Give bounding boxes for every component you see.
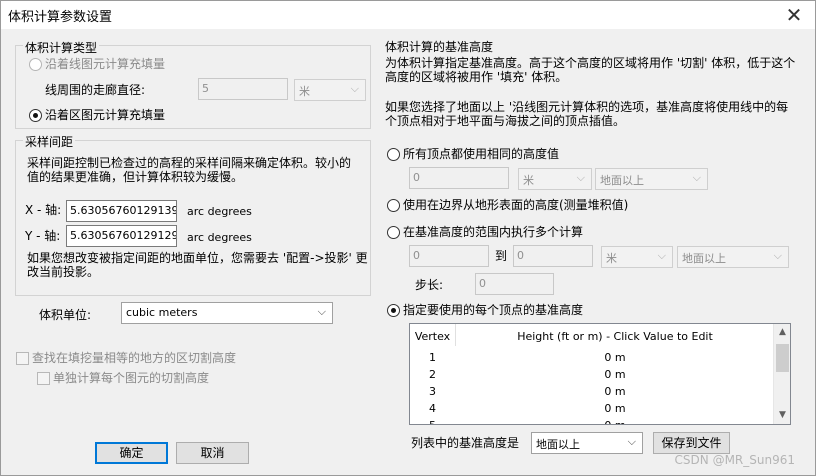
equal-cut-label: 查找在填挖量相等的地方的区切割高度 <box>32 351 237 365</box>
height-cell[interactable]: 0 m <box>456 368 774 381</box>
vertex-cell: 5 <box>410 419 455 424</box>
corridor-unit-select[interactable]: 米 ⌵ <box>294 79 366 101</box>
chevron-down-icon: ⌵ <box>692 171 701 184</box>
same-height-unit-value: 米 <box>523 174 534 187</box>
watermark: CSDN @MR_Sun961 <box>674 453 795 467</box>
volume-settings-dialog: 体积计算参数设置 ✕ 体积计算类型 沿着线图元计算充填量 线周围的走廊直径: 5… <box>0 0 816 476</box>
corridor-unit-value: 米 <box>299 85 310 98</box>
scrollbar-thumb[interactable] <box>776 344 789 372</box>
range-from-input[interactable]: 0 <box>409 245 489 267</box>
list-base-value: 地面以上 <box>536 438 580 451</box>
same-height-ref-value: 地面以上 <box>600 174 644 187</box>
volume-unit-value: cubic meters <box>126 306 198 319</box>
same-height-label: 所有顶点都使用相同的高度值 <box>403 147 560 161</box>
range-unit-value: 米 <box>606 252 617 265</box>
volume-unit-select[interactable]: cubic meters ⌵ <box>121 302 333 324</box>
chevron-down-icon: ⌵ <box>317 305 326 318</box>
cancel-button[interactable]: 取消 <box>176 442 249 464</box>
same-height-input[interactable]: 0 <box>409 167 509 189</box>
height-cell[interactable]: 0 m <box>456 385 774 398</box>
sampling-heading: 采样间距 <box>23 133 76 150</box>
step-label: 步长: <box>415 278 444 292</box>
sampling-desc-line2: 值的结果更准确，但计算体积较为缓慢。 <box>27 170 244 184</box>
radio-height-range[interactable] <box>387 226 400 239</box>
chevron-down-icon: ⌵ <box>350 82 359 95</box>
radio-same-height[interactable] <box>387 148 400 161</box>
corridor-diameter-label: 线周围的走廊直径: <box>45 83 146 97</box>
radio-per-vertex-height[interactable] <box>387 304 400 317</box>
col-header-vertex[interactable]: Vertex <box>410 330 455 343</box>
height-cell[interactable]: 0 m <box>456 351 774 364</box>
corridor-diameter-input[interactable]: 5 <box>198 78 288 100</box>
radio-calc-along-line[interactable] <box>29 58 42 71</box>
line-vertex-note-line2: 个顶点相对于地平面与海拔之间的顶点插值。 <box>385 114 626 128</box>
x-axis-label: X - 轴: <box>25 203 62 217</box>
scroll-down-icon[interactable]: ▼ <box>774 407 790 424</box>
vertex-height-table: Vertex Height (ft or m) - Click Value to… <box>409 323 791 425</box>
chevron-down-icon: ⌵ <box>657 249 666 262</box>
list-base-select[interactable]: 地面以上 ⌵ <box>531 432 643 454</box>
equal-cut-checkbox[interactable] <box>16 352 29 365</box>
step-input[interactable]: 0 <box>475 273 554 295</box>
y-axis-label: Y - 轴: <box>25 229 61 243</box>
range-to-input[interactable]: 0 <box>513 245 593 267</box>
calc-along-area-label: 沿着区图元计算充填量 <box>45 108 166 122</box>
window-title: 体积计算参数设置 <box>8 10 113 25</box>
vertex-cell: 4 <box>429 402 436 415</box>
radio-calc-along-area[interactable] <box>29 109 42 122</box>
height-cell[interactable]: 0 m <box>456 402 774 415</box>
table-row[interactable]: 5 0 m <box>410 419 774 424</box>
border-height-label: 使用在边界从地形表面的高度(测量堆积值) <box>403 198 629 212</box>
range-ref-value: 地面以上 <box>682 252 726 265</box>
close-icon[interactable]: ✕ <box>779 2 809 28</box>
radio-border-height[interactable] <box>387 199 400 212</box>
chevron-down-icon: ⌵ <box>773 249 782 262</box>
table-row[interactable]: 3 0 m <box>410 385 774 402</box>
height-cell[interactable]: 0 m <box>456 419 774 424</box>
vertex-cell: 1 <box>429 351 436 364</box>
height-range-label: 在基准高度的范围内执行多个计算 <box>403 225 584 239</box>
x-axis-unit: arc degrees <box>187 205 252 218</box>
vertex-cell: 2 <box>429 368 436 381</box>
vertex-cell: 3 <box>429 385 436 398</box>
title-bar: 体积计算参数设置 ✕ <box>1 1 815 29</box>
same-height-unit-select[interactable]: 米 ⌵ <box>518 168 592 190</box>
per-feature-cut-checkbox[interactable] <box>37 372 50 385</box>
volume-unit-label: 体积单位: <box>39 308 92 322</box>
per-vertex-height-label: 指定要使用的每个顶点的基准高度 <box>403 303 584 317</box>
range-ref-select[interactable]: 地面以上 ⌵ <box>677 246 789 268</box>
base-height-desc-line2: 高度的区域将被用作 '填充' 体积。 <box>385 70 568 84</box>
per-feature-cut-label: 单独计算每个图元的切割高度 <box>53 371 210 385</box>
y-axis-spacing-input[interactable]: 5.63056760129129e-0 <box>66 225 177 247</box>
base-height-heading: 体积计算的基准高度 <box>385 40 494 54</box>
table-scrollbar[interactable]: ▲ ▼ <box>773 324 790 424</box>
ok-button[interactable]: 确定 <box>95 442 168 464</box>
col-header-height[interactable]: Height (ft or m) - Click Value to Edit <box>456 330 774 343</box>
calc-type-heading: 体积计算类型 <box>23 39 100 56</box>
table-row[interactable]: 2 0 m <box>410 368 774 385</box>
range-to-label: 到 <box>495 249 508 263</box>
list-base-label: 列表中的基准高度是 <box>411 436 520 450</box>
range-unit-select[interactable]: 米 ⌵ <box>601 246 673 268</box>
same-height-ref-select[interactable]: 地面以上 ⌵ <box>595 168 708 190</box>
table-row[interactable]: 4 0 m <box>410 402 774 419</box>
x-axis-spacing-input[interactable]: 5.63056760129139e-0 <box>66 200 177 222</box>
save-to-file-button[interactable]: 保存到文件 <box>653 432 730 454</box>
scroll-up-icon[interactable]: ▲ <box>774 324 790 341</box>
projection-note-line2: 改当前投影。 <box>27 265 100 279</box>
calc-along-line-label: 沿着线图元计算充填量 <box>45 57 166 71</box>
chevron-down-icon: ⌵ <box>576 171 585 184</box>
table-row[interactable]: 1 0 m <box>410 351 774 368</box>
chevron-down-icon: ⌵ <box>627 435 636 448</box>
y-axis-unit: arc degrees <box>187 231 252 244</box>
